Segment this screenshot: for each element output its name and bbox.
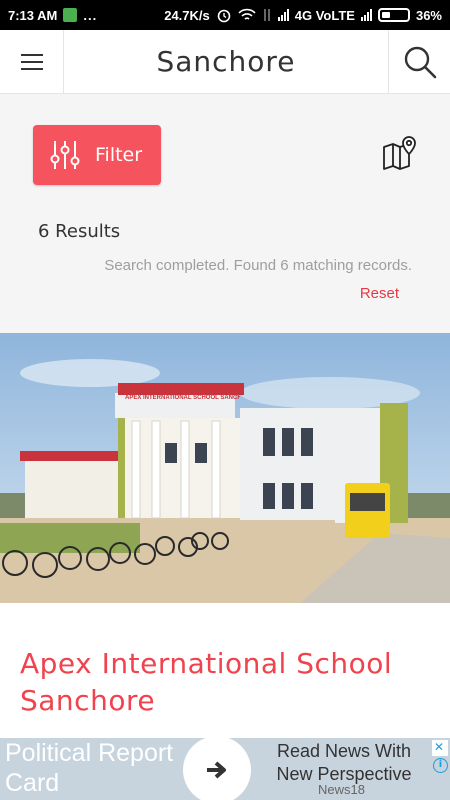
school-photo[interactable]: APEX INTERNATIONAL SCHOOL SANCHORE [0, 333, 450, 603]
status-time: 7:13 AM [8, 7, 58, 23]
arrow-right-icon [207, 761, 226, 779]
hamburger-icon [20, 53, 43, 70]
search-icon [404, 46, 436, 78]
search-button[interactable] [388, 30, 450, 93]
page-title: Sanchore [156, 45, 296, 78]
map-view-button[interactable] [382, 135, 418, 171]
network-speed: 24.7K/s [164, 7, 210, 23]
map-pin-icon [383, 136, 416, 170]
ad-close-box[interactable]: ✕ [432, 740, 448, 756]
status-more-dots: ... [83, 7, 98, 23]
battery-level: 36% [415, 7, 442, 23]
close-icon[interactable]: ✕ [434, 740, 444, 754]
reset-link[interactable]: Reset [360, 285, 399, 302]
info-icon[interactable]: i [433, 758, 448, 773]
ad-headline[interactable]: Political Report Card [5, 738, 175, 798]
filter-label: Filter [95, 144, 143, 166]
menu-button[interactable] [0, 30, 64, 93]
wifi-icon [238, 8, 256, 20]
school-name[interactable]: Apex International School Sanchore [20, 645, 430, 719]
signal-icon [277, 9, 289, 21]
app-header: Sanchore [0, 30, 450, 94]
ad-source: News18 [318, 782, 365, 797]
alarm-icon [217, 9, 231, 23]
filter-button[interactable]: Filter [33, 125, 161, 185]
status-bar: 7:13 AM ... 24.7K/s 4G VoLTE 36% [0, 0, 450, 30]
school-card[interactable]: Apex International School Sanchore [0, 603, 450, 738]
school-building-image [0, 333, 450, 603]
notification-app-icon [63, 8, 78, 22]
ad-banner[interactable]: Political Report Card Read News With New… [0, 738, 450, 800]
building-sign-text: APEX INTERNATIONAL SCHOOL SANCHORE [125, 395, 240, 401]
filter-panel: Filter 6 Results Search completed. Found… [0, 95, 450, 333]
network-type: 4G VoLTE [294, 7, 355, 23]
battery-icon [377, 8, 410, 22]
data-arrows-icon [264, 9, 270, 21]
results-count: 6 Results [38, 221, 121, 242]
ad-cta-button[interactable] [183, 738, 251, 800]
signal-icon-2 [360, 9, 372, 21]
ad-tagline[interactable]: Read News With New Perspective [264, 740, 424, 786]
sliders-icon [50, 141, 80, 169]
search-status-text: Search completed. Found 6 matching recor… [104, 257, 412, 274]
